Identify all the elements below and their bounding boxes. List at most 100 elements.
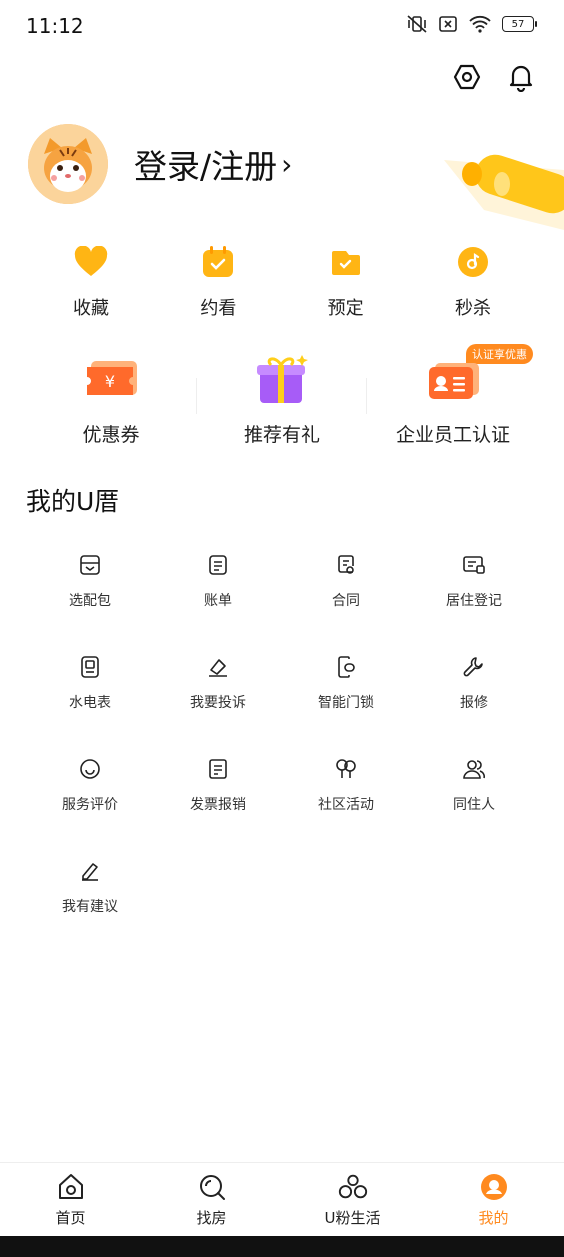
service-meter[interactable]: 水电表 <box>26 654 154 712</box>
gift-icon <box>252 350 312 410</box>
bell-icon <box>509 65 533 92</box>
coupon-icon: ¥ <box>81 350 141 410</box>
quick-label: 秒杀 <box>454 298 491 319</box>
tab-label: 找房 <box>196 1209 227 1227</box>
status-bar: 11:12 57 <box>0 0 564 52</box>
service-bill[interactable]: 账单 <box>154 552 282 610</box>
reserve-icon <box>326 242 366 282</box>
quick-actions: 收藏 约看 预定 秒杀 <box>28 242 536 320</box>
service-label: 合同 <box>332 593 360 609</box>
status-time: 11:12 <box>26 14 84 38</box>
system-nav-bar <box>0 1236 564 1257</box>
status-icons: 57 <box>406 14 537 34</box>
notification-button[interactable] <box>506 62 536 92</box>
quick-appointments[interactable]: 约看 <box>155 242 281 320</box>
top-actions <box>452 62 536 92</box>
avatar[interactable] <box>28 124 108 204</box>
settings-button[interactable] <box>452 62 482 92</box>
divider <box>366 378 367 414</box>
flash-sale-icon <box>453 242 493 282</box>
promo-employee-verification[interactable]: 认证享优惠 企业员工认证 <box>370 344 536 447</box>
service-label: 居住登记 <box>446 593 502 609</box>
section-title: 我的U厝 <box>26 487 120 516</box>
service-label: 选配包 <box>69 593 111 609</box>
tab-home[interactable]: 首页 <box>0 1163 141 1236</box>
service-suggestion[interactable]: 我有建议 <box>26 858 154 916</box>
decorative-tube-icon <box>444 154 564 230</box>
divider <box>196 378 197 414</box>
promo-referral[interactable]: 推荐有礼 <box>199 350 365 447</box>
service-label: 同住人 <box>453 797 495 813</box>
bubbles-icon <box>337 1171 369 1203</box>
tiger-avatar-icon <box>28 124 108 204</box>
service-rating[interactable]: 服务评价 <box>26 756 154 814</box>
wifi-icon <box>469 15 491 33</box>
tab-u-life[interactable]: U粉生活 <box>282 1163 423 1236</box>
no-sim-icon <box>439 16 457 32</box>
balloon-icon <box>333 756 359 782</box>
quick-favorites[interactable]: 收藏 <box>28 242 154 320</box>
tab-label: 我的 <box>478 1209 509 1227</box>
service-label: 服务评价 <box>62 797 118 813</box>
invoice-icon <box>205 756 231 782</box>
quick-label: 约看 <box>200 298 237 319</box>
roommates-icon <box>461 756 487 782</box>
service-community[interactable]: 社区活动 <box>282 756 410 814</box>
promo-row: ¥ 优惠券 推荐有礼 认证享优惠 企业员工认证 <box>28 344 536 447</box>
service-package[interactable]: 选配包 <box>26 552 154 610</box>
quick-reservations[interactable]: 预定 <box>283 242 409 320</box>
tab-label: U粉生活 <box>324 1209 381 1227</box>
package-icon <box>77 552 103 578</box>
bottom-tab-bar: 首页 找房 U粉生活 我的 <box>0 1162 564 1236</box>
quick-label: 预定 <box>327 298 364 319</box>
profile-header[interactable]: 登录/注册 › <box>28 124 292 204</box>
service-smart-lock[interactable]: 智能门锁 <box>282 654 410 712</box>
service-label: 报修 <box>460 695 488 711</box>
service-roommates[interactable]: 同住人 <box>410 756 538 814</box>
wrench-icon <box>461 654 487 680</box>
registration-icon <box>461 552 487 578</box>
service-label: 我有建议 <box>62 899 118 915</box>
promo-label: 企业员工认证 <box>395 424 510 446</box>
service-contract[interactable]: 合同 <box>282 552 410 610</box>
service-label: 我要投诉 <box>190 695 246 711</box>
chevron-right-icon: › <box>281 147 293 181</box>
id-card-icon <box>423 350 483 410</box>
pencil-icon <box>77 858 103 884</box>
promo-label: 推荐有礼 <box>243 424 320 446</box>
promo-label: 优惠券 <box>82 424 140 446</box>
smart-lock-icon <box>333 654 359 680</box>
vibrate-off-icon <box>407 15 427 33</box>
service-label: 账单 <box>204 593 232 609</box>
complaint-icon <box>205 654 231 680</box>
svg-text:¥: ¥ <box>105 372 115 391</box>
contract-icon <box>333 552 359 578</box>
settings-icon <box>453 64 481 90</box>
service-invoice[interactable]: 发票报销 <box>154 756 282 814</box>
smile-icon <box>77 756 103 782</box>
battery-indicator: 57 <box>502 16 537 32</box>
service-label: 发票报销 <box>190 797 246 813</box>
service-repair[interactable]: 报修 <box>410 654 538 712</box>
quick-label: 收藏 <box>73 298 109 319</box>
login-register-link[interactable]: 登录/注册 › <box>134 140 292 188</box>
service-registration[interactable]: 居住登记 <box>410 552 538 610</box>
service-label: 社区活动 <box>318 797 374 813</box>
home-icon <box>55 1171 87 1203</box>
login-label: 登录/注册 <box>134 147 278 186</box>
calendar-icon <box>198 242 238 282</box>
tab-label: 首页 <box>55 1209 86 1227</box>
heart-icon <box>71 242 111 282</box>
service-label: 智能门锁 <box>318 695 374 711</box>
services-grid: 选配包 账单 合同 居住登记 水电表 我要投诉 智能门锁 报修 服务评价 发票报… <box>26 552 538 916</box>
promo-coupons[interactable]: ¥ 优惠券 <box>28 350 194 447</box>
profile-icon <box>478 1171 510 1203</box>
quick-flash-sale[interactable]: 秒杀 <box>410 242 536 320</box>
tab-mine[interactable]: 我的 <box>423 1163 564 1236</box>
meter-icon <box>77 654 103 680</box>
service-label: 水电表 <box>69 695 111 711</box>
search-icon <box>196 1171 228 1203</box>
bill-icon <box>205 552 231 578</box>
tab-find-room[interactable]: 找房 <box>141 1163 282 1236</box>
service-complaint[interactable]: 我要投诉 <box>154 654 282 712</box>
